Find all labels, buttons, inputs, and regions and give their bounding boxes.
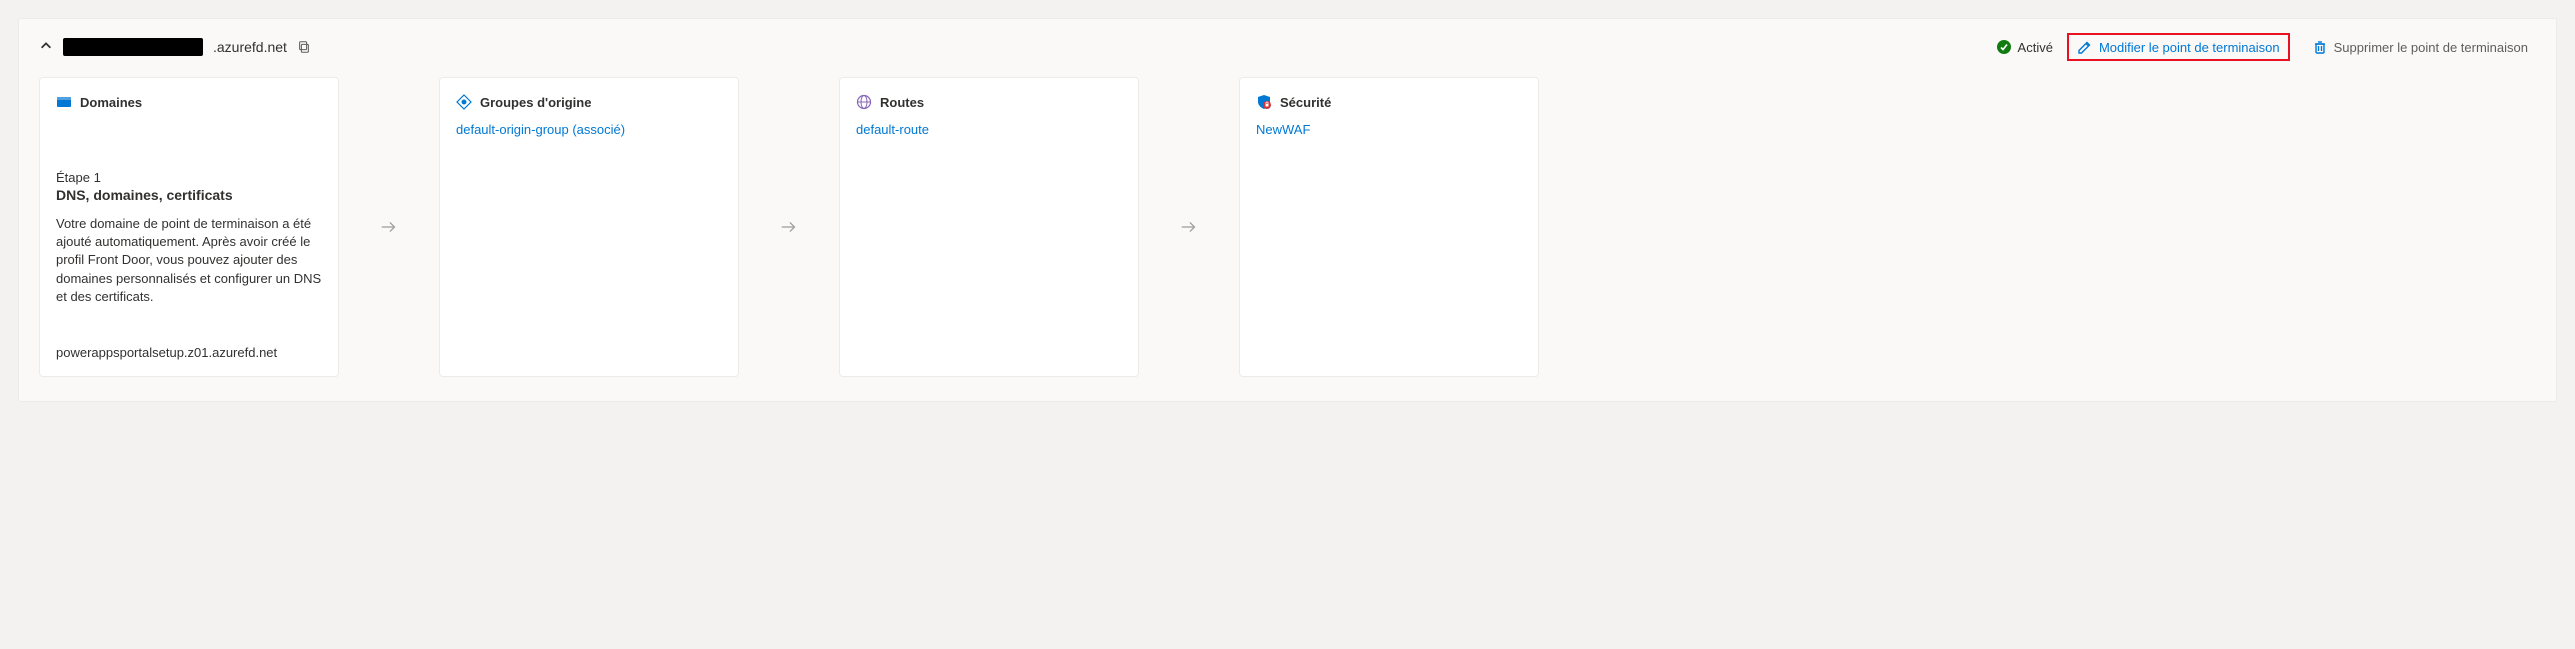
edit-endpoint-button[interactable]: Modifier le point de terminaison — [2067, 33, 2290, 61]
header-actions: Activé Modifier le point de terminaison … — [1996, 33, 2536, 61]
security-card-header: Sécurité — [1256, 94, 1522, 110]
copy-icon — [297, 40, 311, 54]
arrow-right-icon — [378, 216, 400, 238]
check-circle-icon — [1996, 39, 2012, 55]
security-title: Sécurité — [1280, 95, 1331, 110]
delete-label: Supprimer le point de terminaison — [2334, 40, 2528, 55]
origin-groups-title: Groupes d'origine — [480, 95, 591, 110]
domains-title: Domaines — [80, 95, 142, 110]
routes-card-header: Routes — [856, 94, 1122, 110]
domains-icon — [56, 94, 72, 110]
route-link[interactable]: default-route — [856, 122, 1122, 137]
origin-group-link[interactable]: default-origin-group (associé) — [456, 122, 722, 137]
security-icon — [1256, 94, 1272, 110]
security-card: Sécurité NewWAF — [1239, 77, 1539, 377]
configuration-flow: Domaines Étape 1 DNS, domaines, certific… — [39, 77, 2536, 377]
origin-groups-card-header: Groupes d'origine — [456, 94, 722, 110]
domains-card: Domaines Étape 1 DNS, domaines, certific… — [39, 77, 339, 377]
origin-groups-card: Groupes d'origine default-origin-group (… — [439, 77, 739, 377]
delete-endpoint-button[interactable]: Supprimer le point de terminaison — [2304, 35, 2536, 59]
flow-arrow-3 — [1139, 77, 1239, 377]
endpoint-suffix: .azurefd.net — [213, 39, 287, 55]
routes-title: Routes — [880, 95, 924, 110]
origin-group-icon — [456, 94, 472, 110]
edit-icon — [2077, 39, 2093, 55]
endpoint-header: .azurefd.net Activé — [39, 33, 2536, 61]
domains-description: Votre domaine de point de terminaison a … — [56, 215, 322, 306]
domains-default-domain: powerappsportalsetup.z01.azurefd.net — [56, 333, 322, 360]
endpoint-status: Activé — [1996, 39, 2053, 55]
endpoint-panel: .azurefd.net Activé — [18, 18, 2557, 402]
flow-arrow-2 — [739, 77, 839, 377]
chevron-up-icon — [39, 39, 53, 53]
domains-step-label: Étape 1 — [56, 170, 322, 185]
routes-card: Routes default-route — [839, 77, 1139, 377]
domains-step-title: DNS, domaines, certificats — [56, 187, 322, 203]
waf-policy-link[interactable]: NewWAF — [1256, 122, 1522, 137]
collapse-toggle[interactable] — [39, 39, 53, 56]
routes-icon — [856, 94, 872, 110]
copy-button[interactable] — [297, 40, 311, 54]
arrow-right-icon — [778, 216, 800, 238]
arrow-right-icon — [1178, 216, 1200, 238]
header-left: .azurefd.net — [39, 38, 311, 56]
redacted-endpoint-name — [63, 38, 203, 56]
flow-arrow-1 — [339, 77, 439, 377]
status-label: Activé — [2018, 40, 2053, 55]
trash-icon — [2312, 39, 2328, 55]
domains-card-header: Domaines — [56, 94, 322, 110]
edit-label: Modifier le point de terminaison — [2099, 40, 2280, 55]
